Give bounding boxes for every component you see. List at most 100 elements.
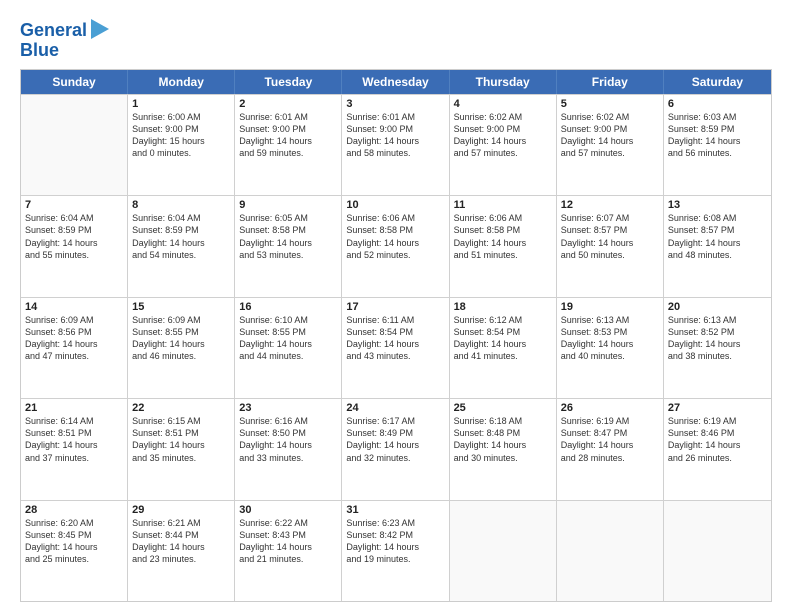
- calendar-cell: 14Sunrise: 6:09 AM Sunset: 8:56 PM Dayli…: [21, 298, 128, 398]
- calendar-cell: 17Sunrise: 6:11 AM Sunset: 8:54 PM Dayli…: [342, 298, 449, 398]
- calendar-row: 7 Sunrise: 6:04 AM Sunset: 8:59 PM Daylig…: [21, 195, 771, 296]
- cell-day-number: 25: [454, 402, 552, 414]
- cell-day-number: 24: [346, 402, 444, 414]
- cell-day-number: 29: [132, 504, 230, 516]
- cell-day-number: 12: [561, 199, 659, 211]
- cell-info: Sunrise: 6:07 AM Sunset: 8:57 PM Dayligh…: [561, 212, 659, 261]
- cell-day-number: 3: [346, 98, 444, 110]
- calendar-cell: 13Sunrise: 6:08 AM Sunset: 8:57 PM Dayli…: [664, 196, 771, 296]
- calendar-body: 1Sunrise: 6:00 AM Sunset: 9:00 PM Daylig…: [21, 94, 771, 601]
- cell-day-number: 27: [668, 402, 767, 414]
- cell-info: Sunrise: 6:02 AM Sunset: 9:00 PM Dayligh…: [561, 111, 659, 160]
- cell-info: Sunrise: 6:13 AM Sunset: 8:53 PM Dayligh…: [561, 314, 659, 363]
- cal-header-day: Sunday: [21, 70, 128, 94]
- cell-info: Sunrise: 6:10 AM Sunset: 8:55 PM Dayligh…: [239, 314, 337, 363]
- calendar-cell: 15Sunrise: 6:09 AM Sunset: 8:55 PM Dayli…: [128, 298, 235, 398]
- cell-info: Sunrise: 6:09 AM Sunset: 8:55 PM Dayligh…: [132, 314, 230, 363]
- calendar-cell: 9Sunrise: 6:05 AM Sunset: 8:58 PM Daylig…: [235, 196, 342, 296]
- calendar-cell: 12Sunrise: 6:07 AM Sunset: 8:57 PM Dayli…: [557, 196, 664, 296]
- cell-info: Sunrise: 6:01 AM Sunset: 9:00 PM Dayligh…: [346, 111, 444, 160]
- calendar-cell: [557, 501, 664, 601]
- calendar-cell: 2Sunrise: 6:01 AM Sunset: 9:00 PM Daylig…: [235, 95, 342, 195]
- cell-info: Sunrise: 6:12 AM Sunset: 8:54 PM Dayligh…: [454, 314, 552, 363]
- calendar-cell: 25Sunrise: 6:18 AM Sunset: 8:48 PM Dayli…: [450, 399, 557, 499]
- calendar: SundayMondayTuesdayWednesdayThursdayFrid…: [20, 69, 772, 602]
- cell-day-number: 30: [239, 504, 337, 516]
- cal-header-day: Thursday: [450, 70, 557, 94]
- cell-day-number: 6: [668, 98, 767, 110]
- cell-info: Sunrise: 6:11 AM Sunset: 8:54 PM Dayligh…: [346, 314, 444, 363]
- cell-info: Sunrise: 6:19 AM Sunset: 8:47 PM Dayligh…: [561, 415, 659, 464]
- cell-info: Sunrise: 6:09 AM Sunset: 8:56 PM Dayligh…: [25, 314, 123, 363]
- calendar-header: SundayMondayTuesdayWednesdayThursdayFrid…: [21, 70, 771, 94]
- cell-info: Sunrise: 6:17 AM Sunset: 8:49 PM Dayligh…: [346, 415, 444, 464]
- calendar-cell: 29Sunrise: 6:21 AM Sunset: 8:44 PM Dayli…: [128, 501, 235, 601]
- calendar-cell: 23Sunrise: 6:16 AM Sunset: 8:50 PM Dayli…: [235, 399, 342, 499]
- calendar-cell: 19Sunrise: 6:13 AM Sunset: 8:53 PM Dayli…: [557, 298, 664, 398]
- cell-info: Sunrise: 6:19 AM Sunset: 8:46 PM Dayligh…: [668, 415, 767, 464]
- calendar-cell: 30Sunrise: 6:22 AM Sunset: 8:43 PM Dayli…: [235, 501, 342, 601]
- cell-day-number: 5: [561, 98, 659, 110]
- calendar-cell: [21, 95, 128, 195]
- calendar-cell: 20Sunrise: 6:13 AM Sunset: 8:52 PM Dayli…: [664, 298, 771, 398]
- cell-info: Sunrise: 6:05 AM Sunset: 8:58 PM Dayligh…: [239, 212, 337, 261]
- cell-info: Sunrise: 6:16 AM Sunset: 8:50 PM Dayligh…: [239, 415, 337, 464]
- cell-info: Sunrise: 6:06 AM Sunset: 8:58 PM Dayligh…: [454, 212, 552, 261]
- cell-info: Sunrise: 6:23 AM Sunset: 8:42 PM Dayligh…: [346, 517, 444, 566]
- cell-day-number: 15: [132, 301, 230, 313]
- calendar-row: 1Sunrise: 6:00 AM Sunset: 9:00 PM Daylig…: [21, 94, 771, 195]
- calendar-cell: 5Sunrise: 6:02 AM Sunset: 9:00 PM Daylig…: [557, 95, 664, 195]
- calendar-row: 14Sunrise: 6:09 AM Sunset: 8:56 PM Dayli…: [21, 297, 771, 398]
- cell-day-number: 16: [239, 301, 337, 313]
- calendar-cell: 11Sunrise: 6:06 AM Sunset: 8:58 PM Dayli…: [450, 196, 557, 296]
- cell-day-number: 31: [346, 504, 444, 516]
- calendar-cell: 28Sunrise: 6:20 AM Sunset: 8:45 PM Dayli…: [21, 501, 128, 601]
- logo-text-blue: Blue: [20, 41, 59, 61]
- cal-header-day: Friday: [557, 70, 664, 94]
- cell-info: Sunrise: 6:13 AM Sunset: 8:52 PM Dayligh…: [668, 314, 767, 363]
- logo-text-general: General: [20, 21, 87, 41]
- logo-arrow-icon: [91, 19, 109, 39]
- cell-day-number: 9: [239, 199, 337, 211]
- cell-day-number: 2: [239, 98, 337, 110]
- calendar-cell: 21Sunrise: 6:14 AM Sunset: 8:51 PM Dayli…: [21, 399, 128, 499]
- cell-day-number: 22: [132, 402, 230, 414]
- cell-day-number: 7: [25, 199, 123, 211]
- calendar-cell: 16Sunrise: 6:10 AM Sunset: 8:55 PM Dayli…: [235, 298, 342, 398]
- cal-header-day: Wednesday: [342, 70, 449, 94]
- calendar-cell: 1Sunrise: 6:00 AM Sunset: 9:00 PM Daylig…: [128, 95, 235, 195]
- cell-info: Sunrise: 6:21 AM Sunset: 8:44 PM Dayligh…: [132, 517, 230, 566]
- cell-day-number: 23: [239, 402, 337, 414]
- calendar-cell: 4Sunrise: 6:02 AM Sunset: 9:00 PM Daylig…: [450, 95, 557, 195]
- calendar-cell: 7Sunrise: 6:04 AM Sunset: 8:59 PM Daylig…: [21, 196, 128, 296]
- cell-day-number: 28: [25, 504, 123, 516]
- cell-info: Sunrise: 6:08 AM Sunset: 8:57 PM Dayligh…: [668, 212, 767, 261]
- page: General Blue SundayMondayTuesdayWednesda…: [0, 0, 792, 612]
- calendar-row: 21Sunrise: 6:14 AM Sunset: 8:51 PM Dayli…: [21, 398, 771, 499]
- cell-day-number: 19: [561, 301, 659, 313]
- calendar-cell: [664, 501, 771, 601]
- header: General Blue: [20, 18, 772, 61]
- cell-day-number: 21: [25, 402, 123, 414]
- cell-info: Sunrise: 6:01 AM Sunset: 9:00 PM Dayligh…: [239, 111, 337, 160]
- calendar-cell: 22Sunrise: 6:15 AM Sunset: 8:51 PM Dayli…: [128, 399, 235, 499]
- cell-info: Sunrise: 6:15 AM Sunset: 8:51 PM Dayligh…: [132, 415, 230, 464]
- cell-info: Sunrise: 6:22 AM Sunset: 8:43 PM Dayligh…: [239, 517, 337, 566]
- calendar-cell: [450, 501, 557, 601]
- cell-info: Sunrise: 6:00 AM Sunset: 9:00 PM Dayligh…: [132, 111, 230, 160]
- cell-info: Sunrise: 6:04 AM Sunset: 8:59 PM Dayligh…: [132, 212, 230, 261]
- cell-day-number: 26: [561, 402, 659, 414]
- cell-day-number: 17: [346, 301, 444, 313]
- cell-day-number: 14: [25, 301, 123, 313]
- cal-header-day: Monday: [128, 70, 235, 94]
- cal-header-day: Saturday: [664, 70, 771, 94]
- calendar-cell: 24Sunrise: 6:17 AM Sunset: 8:49 PM Dayli…: [342, 399, 449, 499]
- cell-day-number: 18: [454, 301, 552, 313]
- calendar-row: 28Sunrise: 6:20 AM Sunset: 8:45 PM Dayli…: [21, 500, 771, 601]
- cell-day-number: 20: [668, 301, 767, 313]
- cell-day-number: 10: [346, 199, 444, 211]
- cell-info: Sunrise: 6:03 AM Sunset: 8:59 PM Dayligh…: [668, 111, 767, 160]
- cal-header-day: Tuesday: [235, 70, 342, 94]
- cell-info: Sunrise: 6:20 AM Sunset: 8:45 PM Dayligh…: [25, 517, 123, 566]
- calendar-cell: 8Sunrise: 6:04 AM Sunset: 8:59 PM Daylig…: [128, 196, 235, 296]
